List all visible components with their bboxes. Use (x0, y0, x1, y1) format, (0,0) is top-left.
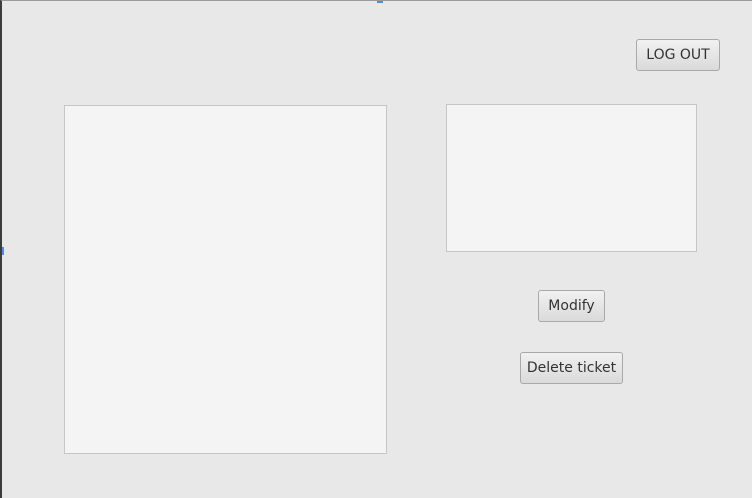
ticket-list[interactable] (64, 105, 387, 454)
modify-button[interactable]: Modify (538, 290, 605, 322)
logout-button[interactable]: LOG OUT (636, 39, 720, 71)
app-window: LOG OUT Modify Delete ticket (0, 0, 752, 498)
window-edge-marker-top (377, 1, 383, 3)
delete-ticket-button[interactable]: Delete ticket (520, 352, 623, 384)
ticket-detail-panel[interactable] (446, 104, 697, 252)
window-edge-marker-left (2, 247, 4, 255)
